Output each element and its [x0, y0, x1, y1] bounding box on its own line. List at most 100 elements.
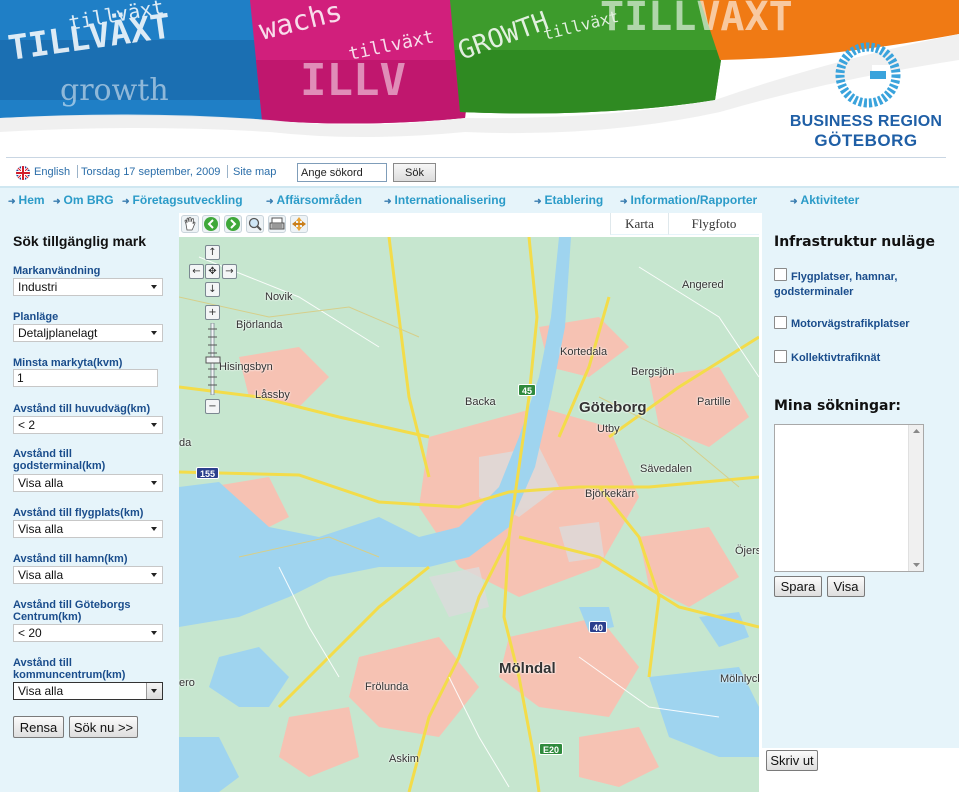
select-value: Industri: [18, 280, 58, 294]
nav-item-etablering[interactable]: ➜ Etablering: [534, 193, 603, 207]
select-value: < 2: [18, 418, 36, 432]
nav-item-internationalisering[interactable]: ➜ Internationalisering: [384, 193, 506, 207]
map-place-label: Öjersjö: [735, 545, 759, 557]
map-place-label: Askim: [389, 753, 419, 765]
pan-right-button[interactable]: →: [222, 264, 237, 279]
map-place-label: Björlanda: [236, 319, 283, 331]
search-panel-title: Sök tillgänglig mark: [13, 233, 147, 249]
nav-item-information-rapporter[interactable]: ➜ Information/Rapporter: [620, 193, 757, 207]
map-place-label: Angered: [682, 279, 724, 291]
nav-item-hem[interactable]: ➜ Hem: [8, 193, 45, 207]
godsterminal-select[interactable]: Visa alla: [13, 474, 163, 492]
arrow-right-icon: ➜: [122, 196, 130, 206]
kommuncentrum-select[interactable]: Visa alla: [13, 682, 163, 700]
divider: [6, 157, 946, 158]
checkbox-label: Flygplatser, hamnar, godsterminaler: [774, 271, 898, 298]
save-search-button[interactable]: Spara: [774, 576, 822, 597]
goteborgs-centrum-select[interactable]: < 20: [13, 624, 163, 642]
zoom-in-button[interactable]: +: [205, 305, 220, 320]
chevron-down-icon: [151, 481, 157, 485]
sitemap-link[interactable]: Site map: [233, 166, 276, 178]
print-button[interactable]: Skriv ut: [766, 750, 818, 771]
saved-searches-title: Mina sökningar:: [774, 398, 901, 414]
nav-item-foretagsutveckling[interactable]: ➜ Företagsutveckling: [122, 193, 243, 207]
divider: [227, 165, 228, 178]
checkbox-motorvagstrafikplatser[interactable]: [774, 316, 787, 329]
map-city-label: Göteborg: [579, 399, 647, 416]
flygplats-select[interactable]: Visa alla: [13, 520, 163, 538]
markanvandning-select[interactable]: Industri: [13, 278, 163, 296]
main-nav: ➜ Hem ➜ Om BRG ➜ Företagsutveckling ➜ Affärs…: [0, 186, 959, 213]
select-value: < 20: [18, 626, 42, 640]
forward-arrow-icon[interactable]: [224, 215, 242, 233]
select-value: Visa alla: [18, 684, 64, 698]
chevron-down-icon: [151, 527, 157, 531]
tab-flygfoto[interactable]: Flygfoto: [668, 213, 759, 235]
full-extent-icon[interactable]: [290, 215, 308, 233]
zoom-slider[interactable]: [205, 323, 221, 395]
huvudvag-select[interactable]: < 2: [13, 416, 163, 434]
print-map-icon[interactable]: [268, 215, 286, 233]
road-shield: E20: [539, 743, 564, 755]
map-place-label: Bergsjön: [631, 366, 675, 378]
pan-hand-icon[interactable]: [181, 215, 199, 233]
map-place-label: da: [179, 437, 192, 449]
select-value: Detaljplanelagt: [18, 326, 98, 340]
chevron-down-icon: [151, 285, 157, 289]
svg-text:growth: growth: [60, 73, 169, 108]
map-place-label: Utby: [597, 423, 620, 435]
search-now-button[interactable]: Sök nu >>: [69, 716, 138, 738]
select-value: Visa alla: [18, 476, 64, 490]
pan-left-button[interactable]: ←: [189, 264, 204, 279]
saved-searches-list[interactable]: [774, 424, 924, 572]
show-search-button[interactable]: Visa: [827, 576, 865, 597]
nav-item-label: Företagsutveckling: [132, 193, 243, 207]
map-place-label: Novik: [265, 291, 293, 303]
chevron-down-icon: [151, 631, 157, 635]
nav-item-label: Aktiviteter: [800, 193, 860, 207]
infra-panel-title: Infrastruktur nuläge: [774, 234, 935, 250]
map-place-label: Hisingsbyn: [219, 361, 273, 373]
scrollbar[interactable]: [908, 425, 923, 571]
arrow-right-icon: ➜: [53, 196, 61, 206]
checkbox-label: Kollektivtrafiknät: [791, 352, 881, 364]
pan-center-button[interactable]: ✥: [205, 264, 220, 279]
field-label-huvudvag: Avstånd till huvudväg(km): [13, 403, 151, 415]
hamn-select[interactable]: Visa alla: [13, 566, 163, 584]
nav-item-om-brg[interactable]: ➜ Om BRG: [53, 193, 114, 207]
arrow-right-icon: ➜: [790, 196, 798, 206]
field-label-markanvandning: Markanvändning: [13, 265, 101, 277]
field-label-godsterminal: Avstånd till godsterminal(km): [13, 448, 106, 472]
map-place-label: Låssby: [255, 389, 290, 401]
utility-bar: English Torsdag 17 september, 2009 Site …: [0, 160, 959, 186]
field-label-kommuncentrum: Avstånd till kommuncentrum(km): [13, 657, 126, 681]
divider: [77, 165, 78, 178]
planlage-select[interactable]: Detaljplanelagt: [13, 324, 163, 342]
brand-logo-text[interactable]: BUSINESS REGION GÖTEBORG: [786, 112, 946, 150]
nav-item-aktiviteter[interactable]: ➜ Aktiviteter: [790, 193, 859, 207]
select-value: Visa alla: [18, 522, 64, 536]
nav-item-affarsomraden[interactable]: ➜ Affärsområden: [266, 193, 362, 207]
tab-karta[interactable]: Karta: [610, 213, 668, 235]
map-city-label: Mölndal: [499, 660, 556, 677]
pan-up-button[interactable]: ↑: [205, 245, 220, 260]
language-link[interactable]: English: [34, 166, 70, 178]
chevron-down-icon: [151, 423, 157, 427]
site-search-button[interactable]: Sök: [393, 163, 436, 182]
map-view[interactable]: Novik Björlanda Hisingsbyn Låssby Angere…: [179, 237, 759, 792]
arrow-right-icon: ➜: [534, 196, 542, 206]
back-arrow-icon[interactable]: [202, 215, 220, 233]
map-place-label: Partille: [697, 396, 731, 408]
site-search-input[interactable]: [297, 163, 387, 182]
zoom-out-button[interactable]: −: [205, 399, 220, 414]
checkbox-kollektivtrafiknat[interactable]: [774, 350, 787, 363]
nav-item-label: Information/Rapporter: [630, 193, 758, 207]
zoom-magnifier-icon[interactable]: [246, 215, 264, 233]
map-place-label: Kortedala: [560, 346, 608, 358]
map-place-label: Frölunda: [365, 681, 409, 693]
minsta-markyta-input[interactable]: [13, 369, 158, 387]
map-place-label: Mölnlycke: [720, 673, 759, 685]
pan-down-button[interactable]: ↓: [205, 282, 220, 297]
uk-flag-icon[interactable]: [16, 166, 30, 180]
reset-button[interactable]: Rensa: [13, 716, 64, 738]
